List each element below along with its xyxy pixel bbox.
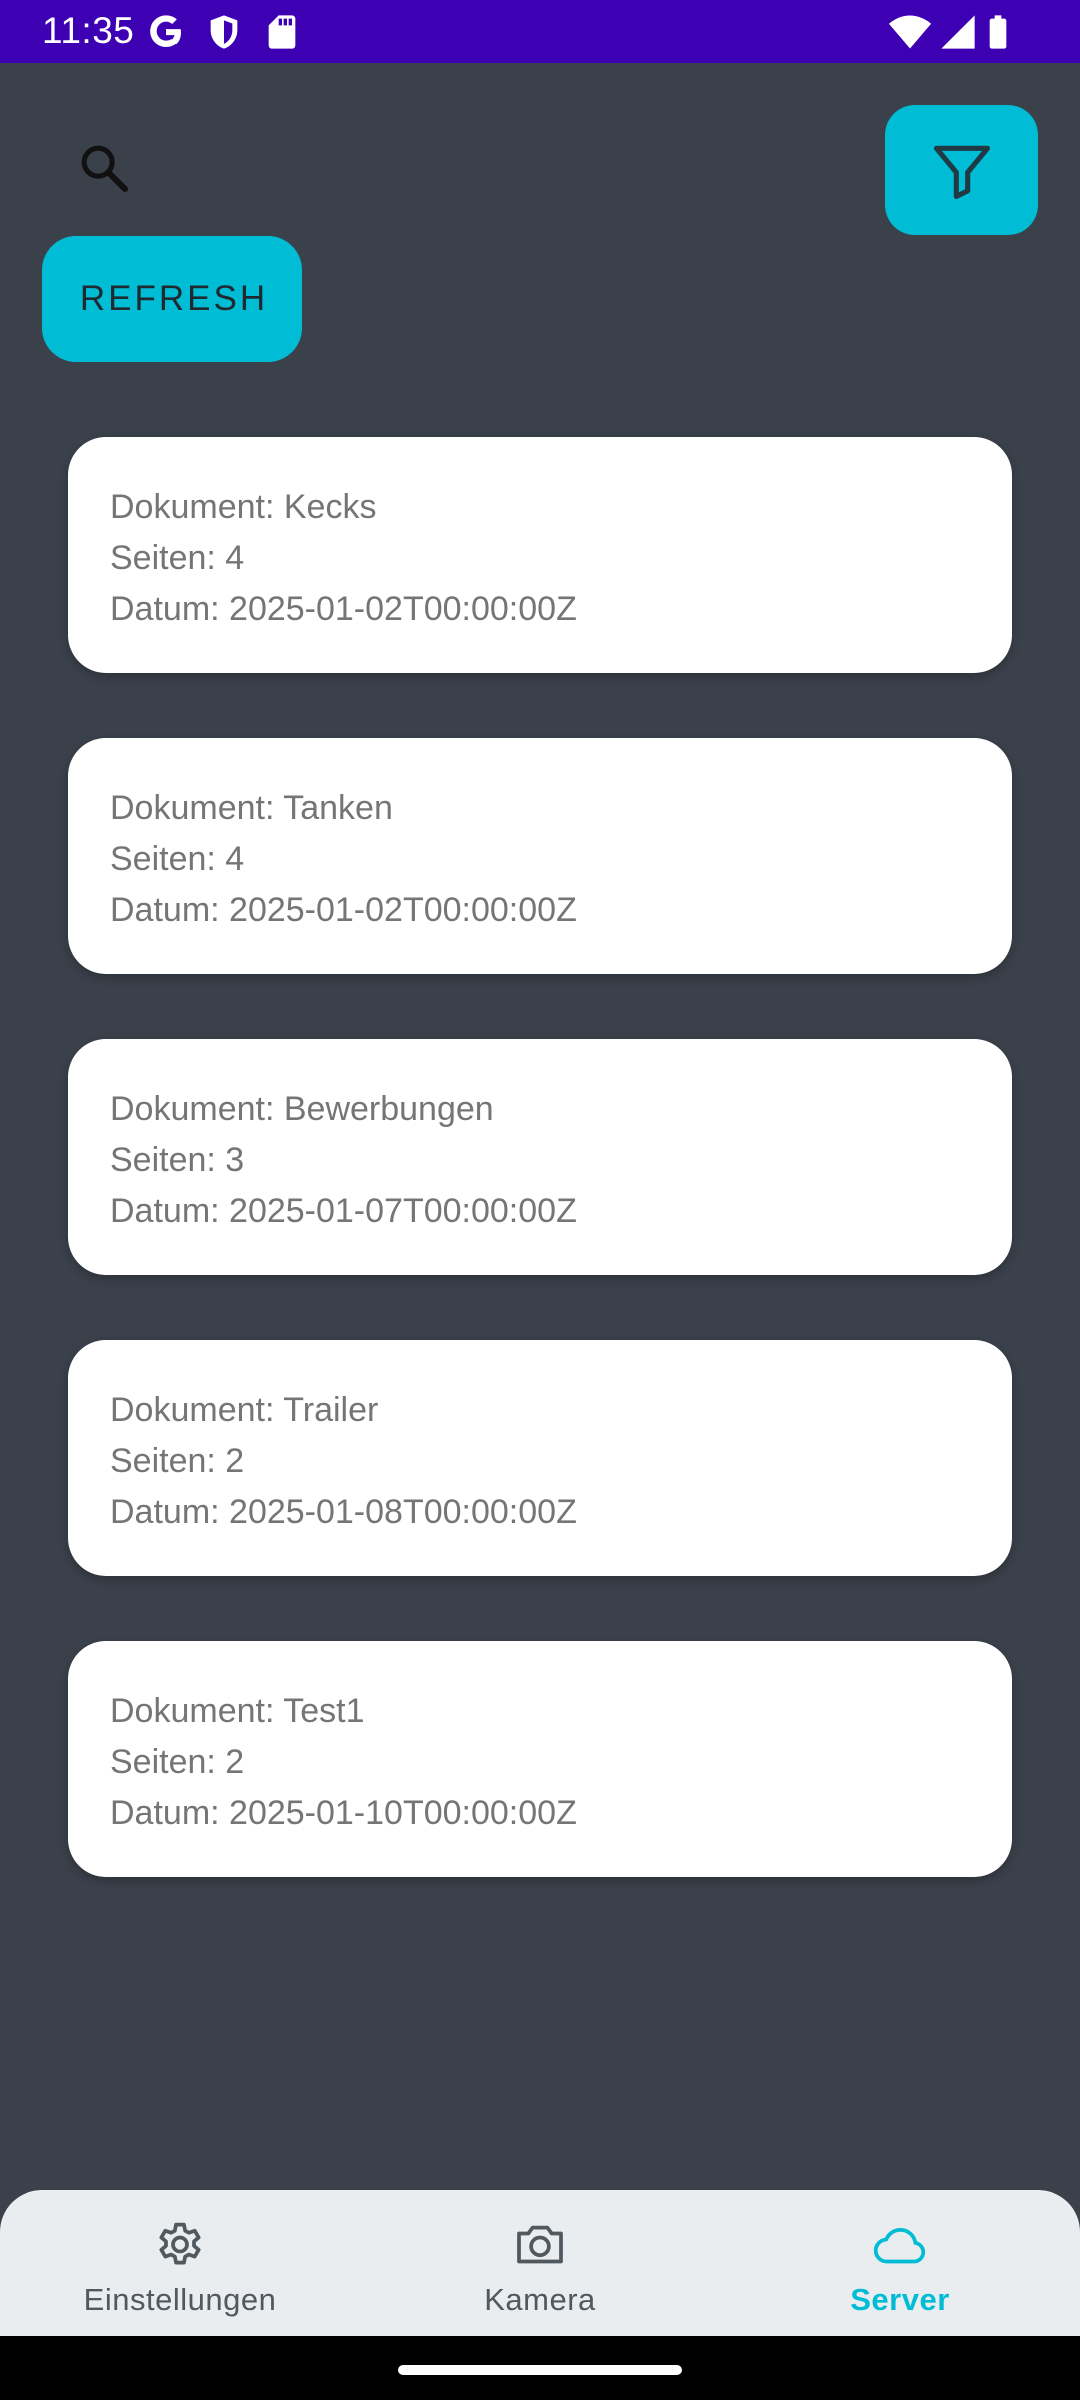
system-navigation-bar xyxy=(0,2336,1080,2400)
nav-item-server[interactable]: Server xyxy=(720,2190,1080,2336)
document-pages: Seiten: 4 xyxy=(110,840,245,878)
status-time: 11:35 xyxy=(42,10,135,51)
document-card[interactable]: Dokument: Bewerbungen Seiten: 3 Datum: 2… xyxy=(68,1039,1012,1275)
filter-button[interactable] xyxy=(885,105,1038,235)
cloud-icon xyxy=(873,2228,926,2264)
document-date: Datum: 2025-01-02T00:00:00Z xyxy=(110,891,577,929)
document-date: Datum: 2025-01-08T00:00:00Z xyxy=(110,1493,577,1531)
camera-icon xyxy=(517,2225,563,2264)
document-pages: Seiten: 2 xyxy=(110,1442,245,1480)
document-name: Dokument: Trailer xyxy=(110,1391,379,1429)
nav-item-einstellungen[interactable]: Einstellungen xyxy=(0,2190,360,2336)
status-bar: 11:35 xyxy=(0,0,1080,63)
document-date: Datum: 2025-01-02T00:00:00Z xyxy=(110,590,577,628)
document-card[interactable]: Dokument: Test1 Seiten: 2 Datum: 2025-01… xyxy=(68,1641,1012,1877)
document-name: Dokument: Kecks xyxy=(110,488,377,526)
document-pages: Seiten: 3 xyxy=(110,1141,245,1179)
google-icon xyxy=(150,15,181,48)
search-icon[interactable] xyxy=(76,140,132,196)
home-indicator[interactable] xyxy=(398,2365,682,2375)
document-pages: Seiten: 2 xyxy=(110,1743,245,1781)
document-card[interactable]: Dokument: Tanken Seiten: 4 Datum: 2025-0… xyxy=(68,738,1012,974)
signal-icon xyxy=(941,15,975,49)
document-name: Dokument: Bewerbungen xyxy=(110,1090,494,1128)
document-name: Dokument: Test1 xyxy=(110,1692,365,1730)
refresh-button[interactable]: REFRESH xyxy=(42,236,302,362)
nav-label: Einstellungen xyxy=(83,2282,277,2317)
bottom-navigation: Einstellungen Kamera Server xyxy=(0,2190,1080,2336)
document-name: Dokument: Tanken xyxy=(110,789,393,827)
wifi-icon xyxy=(888,15,932,49)
document-date: Datum: 2025-01-07T00:00:00Z xyxy=(110,1192,577,1230)
nav-label: Server xyxy=(850,2282,950,2317)
document-pages: Seiten: 4 xyxy=(110,539,245,577)
gear-icon xyxy=(159,2222,201,2265)
nav-item-kamera[interactable]: Kamera xyxy=(360,2190,720,2336)
battery-icon xyxy=(989,15,1007,49)
document-date: Datum: 2025-01-10T00:00:00Z xyxy=(110,1794,577,1832)
nav-label: Kamera xyxy=(484,2282,596,2317)
sd-card-icon xyxy=(268,15,296,49)
document-card[interactable]: Dokument: Trailer Seiten: 2 Datum: 2025-… xyxy=(68,1340,1012,1576)
shield-icon xyxy=(210,15,238,49)
filter-icon xyxy=(933,145,991,200)
document-card[interactable]: Dokument: Kecks Seiten: 4 Datum: 2025-01… xyxy=(68,437,1012,673)
